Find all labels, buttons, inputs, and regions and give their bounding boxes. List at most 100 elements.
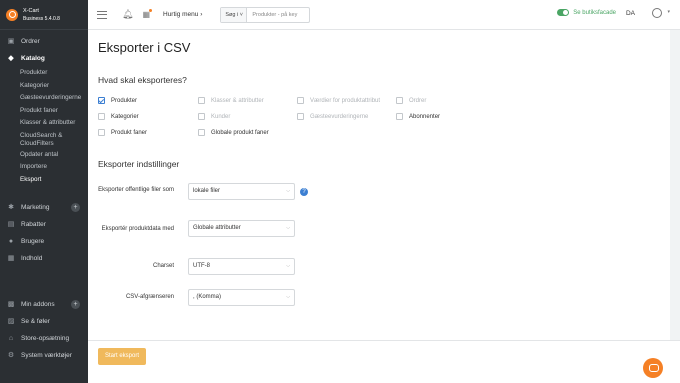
footer-bar: Start eksport (88, 340, 680, 383)
quick-menu-button[interactable]: Hurtig menu › (163, 11, 202, 18)
delimiter-select[interactable]: , (Komma) ⌵ (188, 289, 295, 306)
option-orders: Ordrer (396, 97, 426, 104)
sidebar-item-label: Rabatter (21, 221, 46, 228)
select-value: Globale attributter (193, 225, 241, 231)
sidebar-item-orders[interactable]: ▣ Ordrer (0, 33, 88, 50)
option-label: Værdier for produktattribut (310, 97, 381, 104)
product-data-select[interactable]: Globale attributter ⌵ (188, 220, 295, 237)
chevron-down-icon: ▾ (667, 9, 670, 15)
select-value: UTF-8 (193, 263, 210, 269)
option-label: Produkt faner (111, 129, 148, 136)
xcart-logo-icon (6, 8, 18, 21)
option-label: Kategorier (111, 113, 139, 120)
chevron-down-icon: ⌵ (286, 188, 290, 194)
wrench-icon: ⚙ (7, 351, 15, 359)
sidebar-item-addons[interactable]: ▩ Min addons + (0, 296, 88, 313)
start-export-button[interactable]: Start eksport (98, 348, 146, 365)
user-icon[interactable] (652, 8, 662, 18)
sidebar-sub-reviews[interactable]: Gæsteevurderingerne (0, 92, 88, 105)
option-label: Abonnenter (409, 113, 441, 120)
add-marketing-icon[interactable]: + (71, 203, 80, 212)
sidebar-item-label: Min addons (21, 301, 55, 308)
checkbox[interactable] (98, 129, 105, 136)
sidebar-item-look[interactable]: ▨ Se & føler (0, 313, 88, 330)
sidebar-sub-products[interactable]: Produkter (0, 67, 88, 80)
brand-name: X-Cart (23, 7, 39, 14)
menu-icon[interactable] (97, 10, 107, 19)
sidebar-item-label: Marketing (21, 204, 50, 211)
option-attribute-values: Værdier for produktattribut (297, 97, 380, 104)
option-global-tabs[interactable]: Globale produkt faner (198, 129, 269, 136)
page-title: Eksporter i CSV (98, 40, 191, 55)
sidebar-item-store-setup[interactable]: ⌂ Store-opsætning (0, 330, 88, 347)
option-products[interactable]: Produkter (98, 97, 137, 104)
chat-icon[interactable] (643, 358, 663, 378)
checkbox (198, 97, 205, 104)
option-classes: Klasser & attributter (198, 97, 264, 104)
sidebar-item-label: Ordrer (21, 38, 40, 45)
search-box: Søg i ˅ Produkter - på key (220, 6, 311, 23)
checkbox[interactable] (396, 113, 403, 120)
storefront-label: Se butiksfacade (573, 9, 616, 16)
option-reviews: Gæsteevurderingerne (297, 113, 368, 120)
sidebar-item-catalog[interactable]: ◆ Katalog (0, 50, 88, 67)
option-subscribers[interactable]: Abonnenter (396, 113, 440, 120)
orders-icon: ▣ (7, 37, 15, 45)
search-input[interactable]: Produkter - på key (247, 8, 309, 22)
option-label: Klasser & attributter (211, 97, 264, 104)
option-label: Produkter (111, 97, 138, 104)
brush-icon: ▨ (7, 317, 15, 325)
sidebar-sub-import[interactable]: Importere (0, 161, 88, 174)
gear-icon: ✱ (8, 203, 14, 211)
chevron-down-icon: ⌵ (286, 225, 290, 231)
sidebar-sub-export[interactable]: Eksport (0, 174, 88, 187)
sidebar-sub-cloudsearch[interactable]: CloudSearch & CloudFilters (0, 130, 88, 149)
sidebar-item-marketing[interactable]: ✱ Marketing + (0, 199, 88, 216)
charset-label: Charset (152, 263, 174, 269)
store-icon: ⌂ (8, 334, 14, 342)
sidebar-item-label: Indhold (21, 255, 43, 262)
checkbox (297, 97, 304, 104)
what-section-title: Hvad skal eksporteres? (98, 75, 187, 85)
product-data-label: Eksportér produktdata med (101, 226, 174, 232)
sidebar-sub-update-qty[interactable]: Opdater antal (0, 149, 88, 162)
search-scope-select[interactable]: Søg i ˅ (221, 7, 248, 22)
sidebar-item-discounts[interactable]: ▤ Rabatter (0, 216, 88, 233)
sidebar-item-label: System værktøjer (21, 352, 72, 359)
sidebar-sub-classes[interactable]: Klasser & attributter (0, 117, 88, 130)
public-files-select[interactable]: lokale filer ⌵ (188, 183, 295, 200)
checkbox (396, 97, 403, 104)
content-icon: ▦ (7, 254, 15, 262)
calendar-icon[interactable]: ▦ (142, 9, 152, 19)
checkbox[interactable] (98, 113, 105, 120)
select-value: lokale filer (193, 188, 221, 194)
sidebar-sub-product-tabs[interactable]: Produkt faner (0, 105, 88, 118)
bell-icon[interactable]: 🔔︎ (122, 9, 133, 20)
tag-icon: ◆ (8, 54, 14, 62)
chevron-down-icon: ⌵ (286, 263, 290, 269)
sidebar-item-system-tools[interactable]: ⚙ System værktøjer (0, 347, 88, 364)
sidebar-sub-categories[interactable]: Kategorier (0, 80, 88, 93)
delimiter-label: CSV-afgrænseren (125, 294, 174, 300)
users-icon: ● (8, 237, 14, 245)
option-customers: Kunder (198, 113, 230, 120)
checkbox[interactable] (198, 129, 205, 136)
option-label: Gæsteevurderingerne (310, 113, 369, 120)
option-categories[interactable]: Kategorier (98, 113, 139, 120)
charset-select[interactable]: UTF-8 ⌵ (188, 258, 295, 275)
option-product-tabs[interactable]: Produkt faner (98, 129, 147, 136)
sidebar-item-content[interactable]: ▦ Indhold (0, 250, 88, 267)
sidebar: X-Cart Business 5.4.0.8 ▣ Ordrer ◆ Katal… (0, 0, 88, 383)
brand[interactable]: X-Cart Business 5.4.0.8 (0, 0, 88, 30)
storefront-toggle[interactable]: Se butiksfacade (557, 9, 616, 16)
help-icon[interactable]: ? (300, 188, 308, 196)
option-label: Ordrer (409, 97, 427, 104)
add-addon-icon[interactable]: + (71, 300, 80, 309)
public-files-label: Eksporter offentlige filer som (98, 187, 174, 193)
sidebar-item-users[interactable]: ● Brugere (0, 233, 88, 250)
brand-edition: Business 5.4.0.8 (23, 15, 60, 22)
topbar: 🔔︎ ▦ Hurtig menu › Søg i ˅ Produkter - p… (88, 0, 680, 30)
settings-section-title: Eksporter indstillinger (98, 159, 180, 169)
language-select[interactable]: DA (626, 10, 635, 17)
checkbox[interactable] (98, 97, 105, 104)
